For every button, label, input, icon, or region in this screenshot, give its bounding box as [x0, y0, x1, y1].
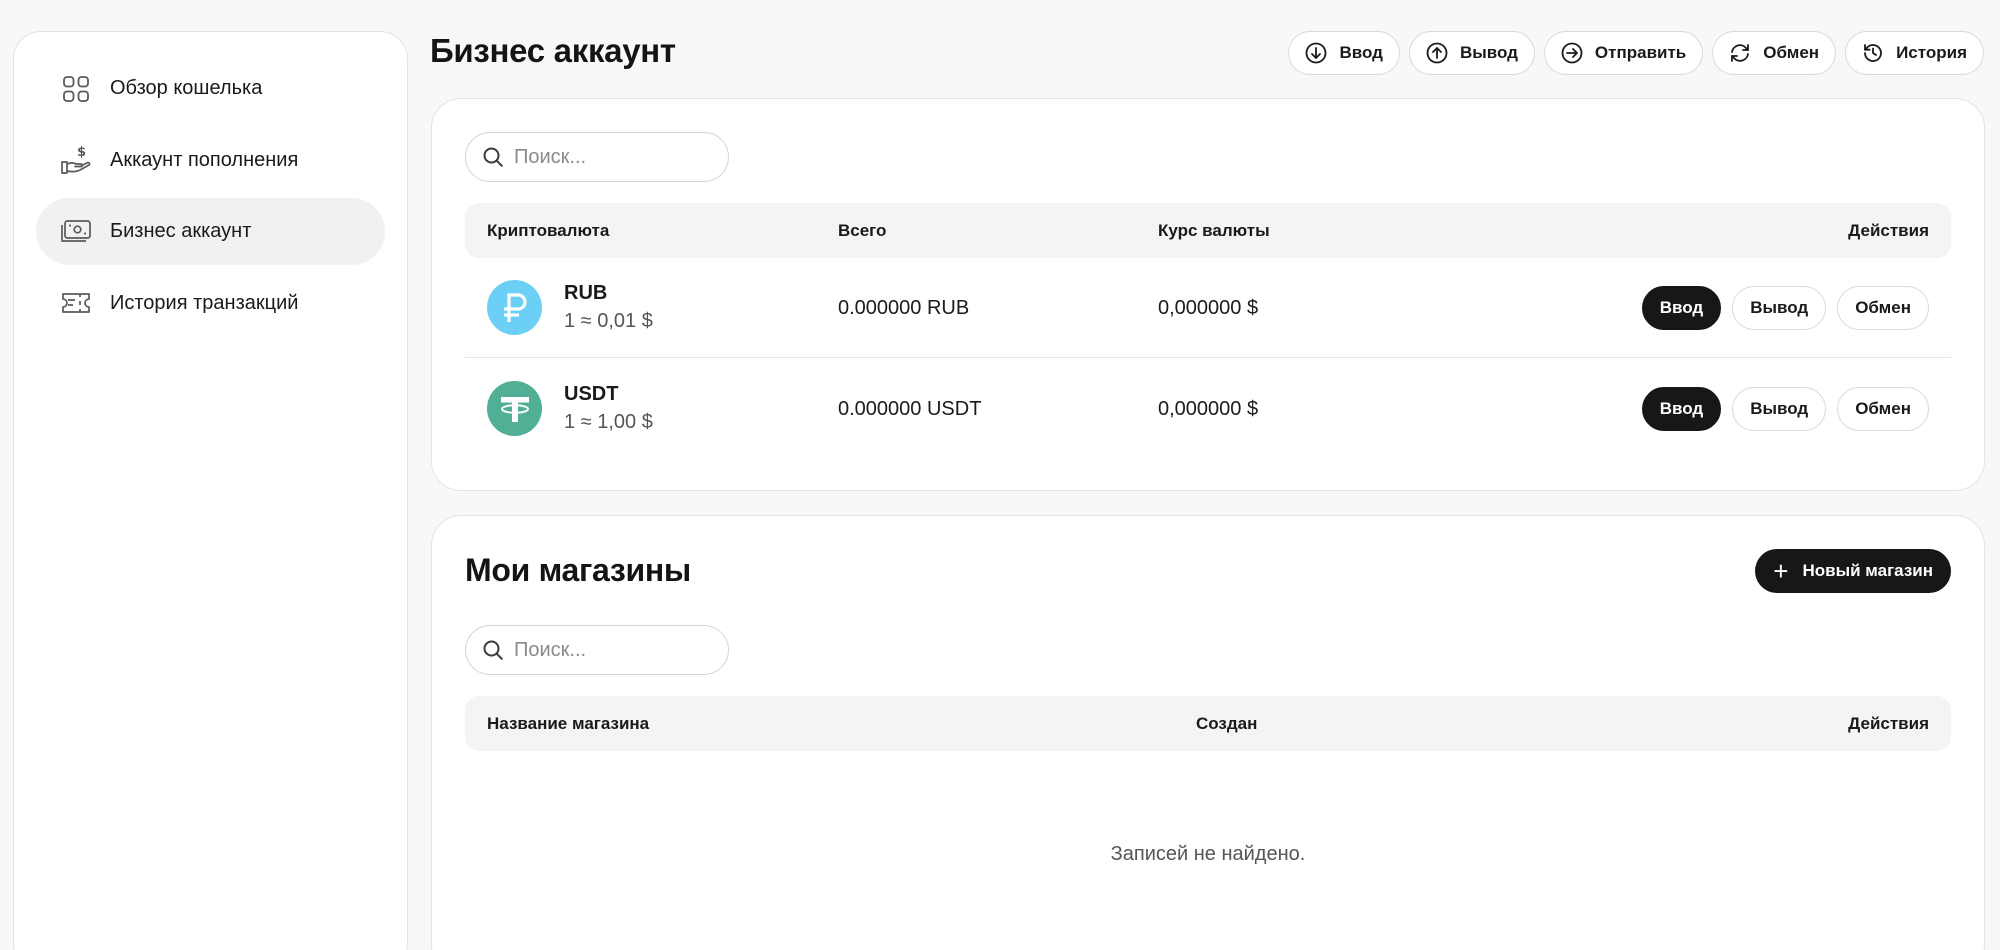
- shops-card: Мои магазины + Новый магазин Название ма…: [431, 515, 1985, 950]
- sidebar-item-label: Аккаунт пополнения: [110, 148, 299, 171]
- history-button[interactable]: История: [1845, 31, 1984, 75]
- row-actions: Ввод Вывод Обмен: [1641, 387, 1929, 431]
- column-actions: Действия: [1848, 221, 1929, 240]
- sidebar-item-wallet-overview[interactable]: Обзор кошелька: [36, 55, 385, 122]
- table-row: USDT 1 ≈ 1,00 $ 0.000000 USDT 0,000000 $…: [465, 359, 1951, 459]
- sidebar: Обзор кошелька $ Аккаунт пополнения Бизн…: [13, 31, 408, 950]
- column-rate: Курс валюты: [1158, 221, 1270, 240]
- new-shop-label: Новый магазин: [1802, 561, 1933, 580]
- sidebar-item-label: Бизнес аккаунт: [110, 220, 252, 242]
- ruble-coin-icon: [487, 280, 542, 335]
- ticket-icon: [60, 287, 92, 319]
- hand-dollar-icon: $: [60, 144, 92, 176]
- sidebar-item-topup-account[interactable]: $ Аккаунт пополнения: [36, 127, 385, 194]
- shops-title: Мои магазины: [465, 552, 691, 588]
- search-icon: [483, 147, 503, 167]
- row-exchange-button[interactable]: Обмен: [1837, 286, 1929, 330]
- arrow-up-circle-icon: [1426, 42, 1448, 64]
- withdraw-label: Вывод: [1459, 43, 1518, 62]
- row-actions: Ввод Вывод Обмен: [1641, 286, 1929, 330]
- arrow-right-circle-icon: [1561, 42, 1583, 64]
- row-withdraw-button[interactable]: Вывод: [1732, 286, 1827, 330]
- send-button[interactable]: Отправить: [1543, 31, 1704, 75]
- tether-coin-icon: [487, 381, 542, 436]
- row-deposit-button[interactable]: Ввод: [1641, 286, 1722, 330]
- shop-search-input[interactable]: [514, 638, 714, 662]
- row-exchange-button[interactable]: Обмен: [1837, 387, 1929, 431]
- currency-table-header: Криптовалюта Всего Курс валюты Действия: [465, 203, 1951, 258]
- refresh-icon: [1731, 44, 1750, 62]
- column-currency: Криптовалюта: [487, 221, 610, 240]
- grid-icon: [60, 73, 92, 105]
- currency-rate-note: 1 ≈ 1,00 $: [564, 411, 653, 433]
- currency-name: USDT: [564, 383, 619, 405]
- currency-search[interactable]: [465, 132, 729, 182]
- banknote-icon: [60, 216, 92, 248]
- table-row: RUB 1 ≈ 0,01 $ 0.000000 RUB 0,000000 $ В…: [465, 258, 1951, 358]
- sidebar-item-label: Обзор кошелька: [110, 77, 263, 99]
- svg-text:$: $: [77, 145, 86, 160]
- send-label: Отправить: [1594, 43, 1687, 62]
- history-label: История: [1896, 43, 1967, 62]
- currency-name: RUB: [564, 282, 608, 304]
- withdraw-button[interactable]: Вывод: [1408, 31, 1535, 75]
- currency-total: 0.000000 RUB: [838, 297, 970, 319]
- shop-search[interactable]: [465, 625, 729, 675]
- column-shop-name: Название магазина: [487, 714, 650, 733]
- history-icon: [1864, 44, 1882, 62]
- shops-table-header: Название магазина Создан Действия: [465, 696, 1951, 751]
- currency-rate-note: 1 ≈ 0,01 $: [564, 310, 653, 332]
- column-created: Создан: [1196, 714, 1258, 733]
- column-total: Всего: [838, 221, 887, 240]
- currencies-card: Криптовалюта Всего Курс валюты Действия …: [431, 98, 1985, 491]
- sidebar-item-label: История транзакций: [110, 291, 299, 314]
- new-shop-button[interactable]: + Новый магазин: [1755, 549, 1951, 593]
- page-title: Бизнес аккаунт: [430, 32, 676, 69]
- currency-course: 0,000000 $: [1158, 297, 1259, 319]
- currency-course: 0,000000 $: [1158, 398, 1259, 420]
- row-deposit-button[interactable]: Ввод: [1641, 387, 1722, 431]
- currency-search-input[interactable]: [514, 145, 714, 169]
- sidebar-item-transaction-history[interactable]: История транзакций: [36, 270, 385, 337]
- column-actions: Действия: [1848, 714, 1929, 733]
- deposit-label: Ввод: [1339, 43, 1383, 62]
- empty-message: Записей не найдено.: [1110, 843, 1306, 865]
- plus-icon: +: [1773, 556, 1789, 586]
- currency-total: 0.000000 USDT: [838, 398, 982, 420]
- exchange-label: Обмен: [1763, 43, 1820, 62]
- deposit-button[interactable]: Ввод: [1288, 31, 1400, 75]
- exchange-button[interactable]: Обмен: [1712, 31, 1837, 75]
- search-icon: [483, 640, 503, 660]
- header-actions: Ввод Вывод Отправить Обмен История: [1288, 31, 1984, 75]
- sidebar-item-business-account[interactable]: Бизнес аккаунт: [36, 198, 385, 265]
- row-withdraw-button[interactable]: Вывод: [1732, 387, 1827, 431]
- arrow-down-circle-icon: [1306, 42, 1327, 64]
